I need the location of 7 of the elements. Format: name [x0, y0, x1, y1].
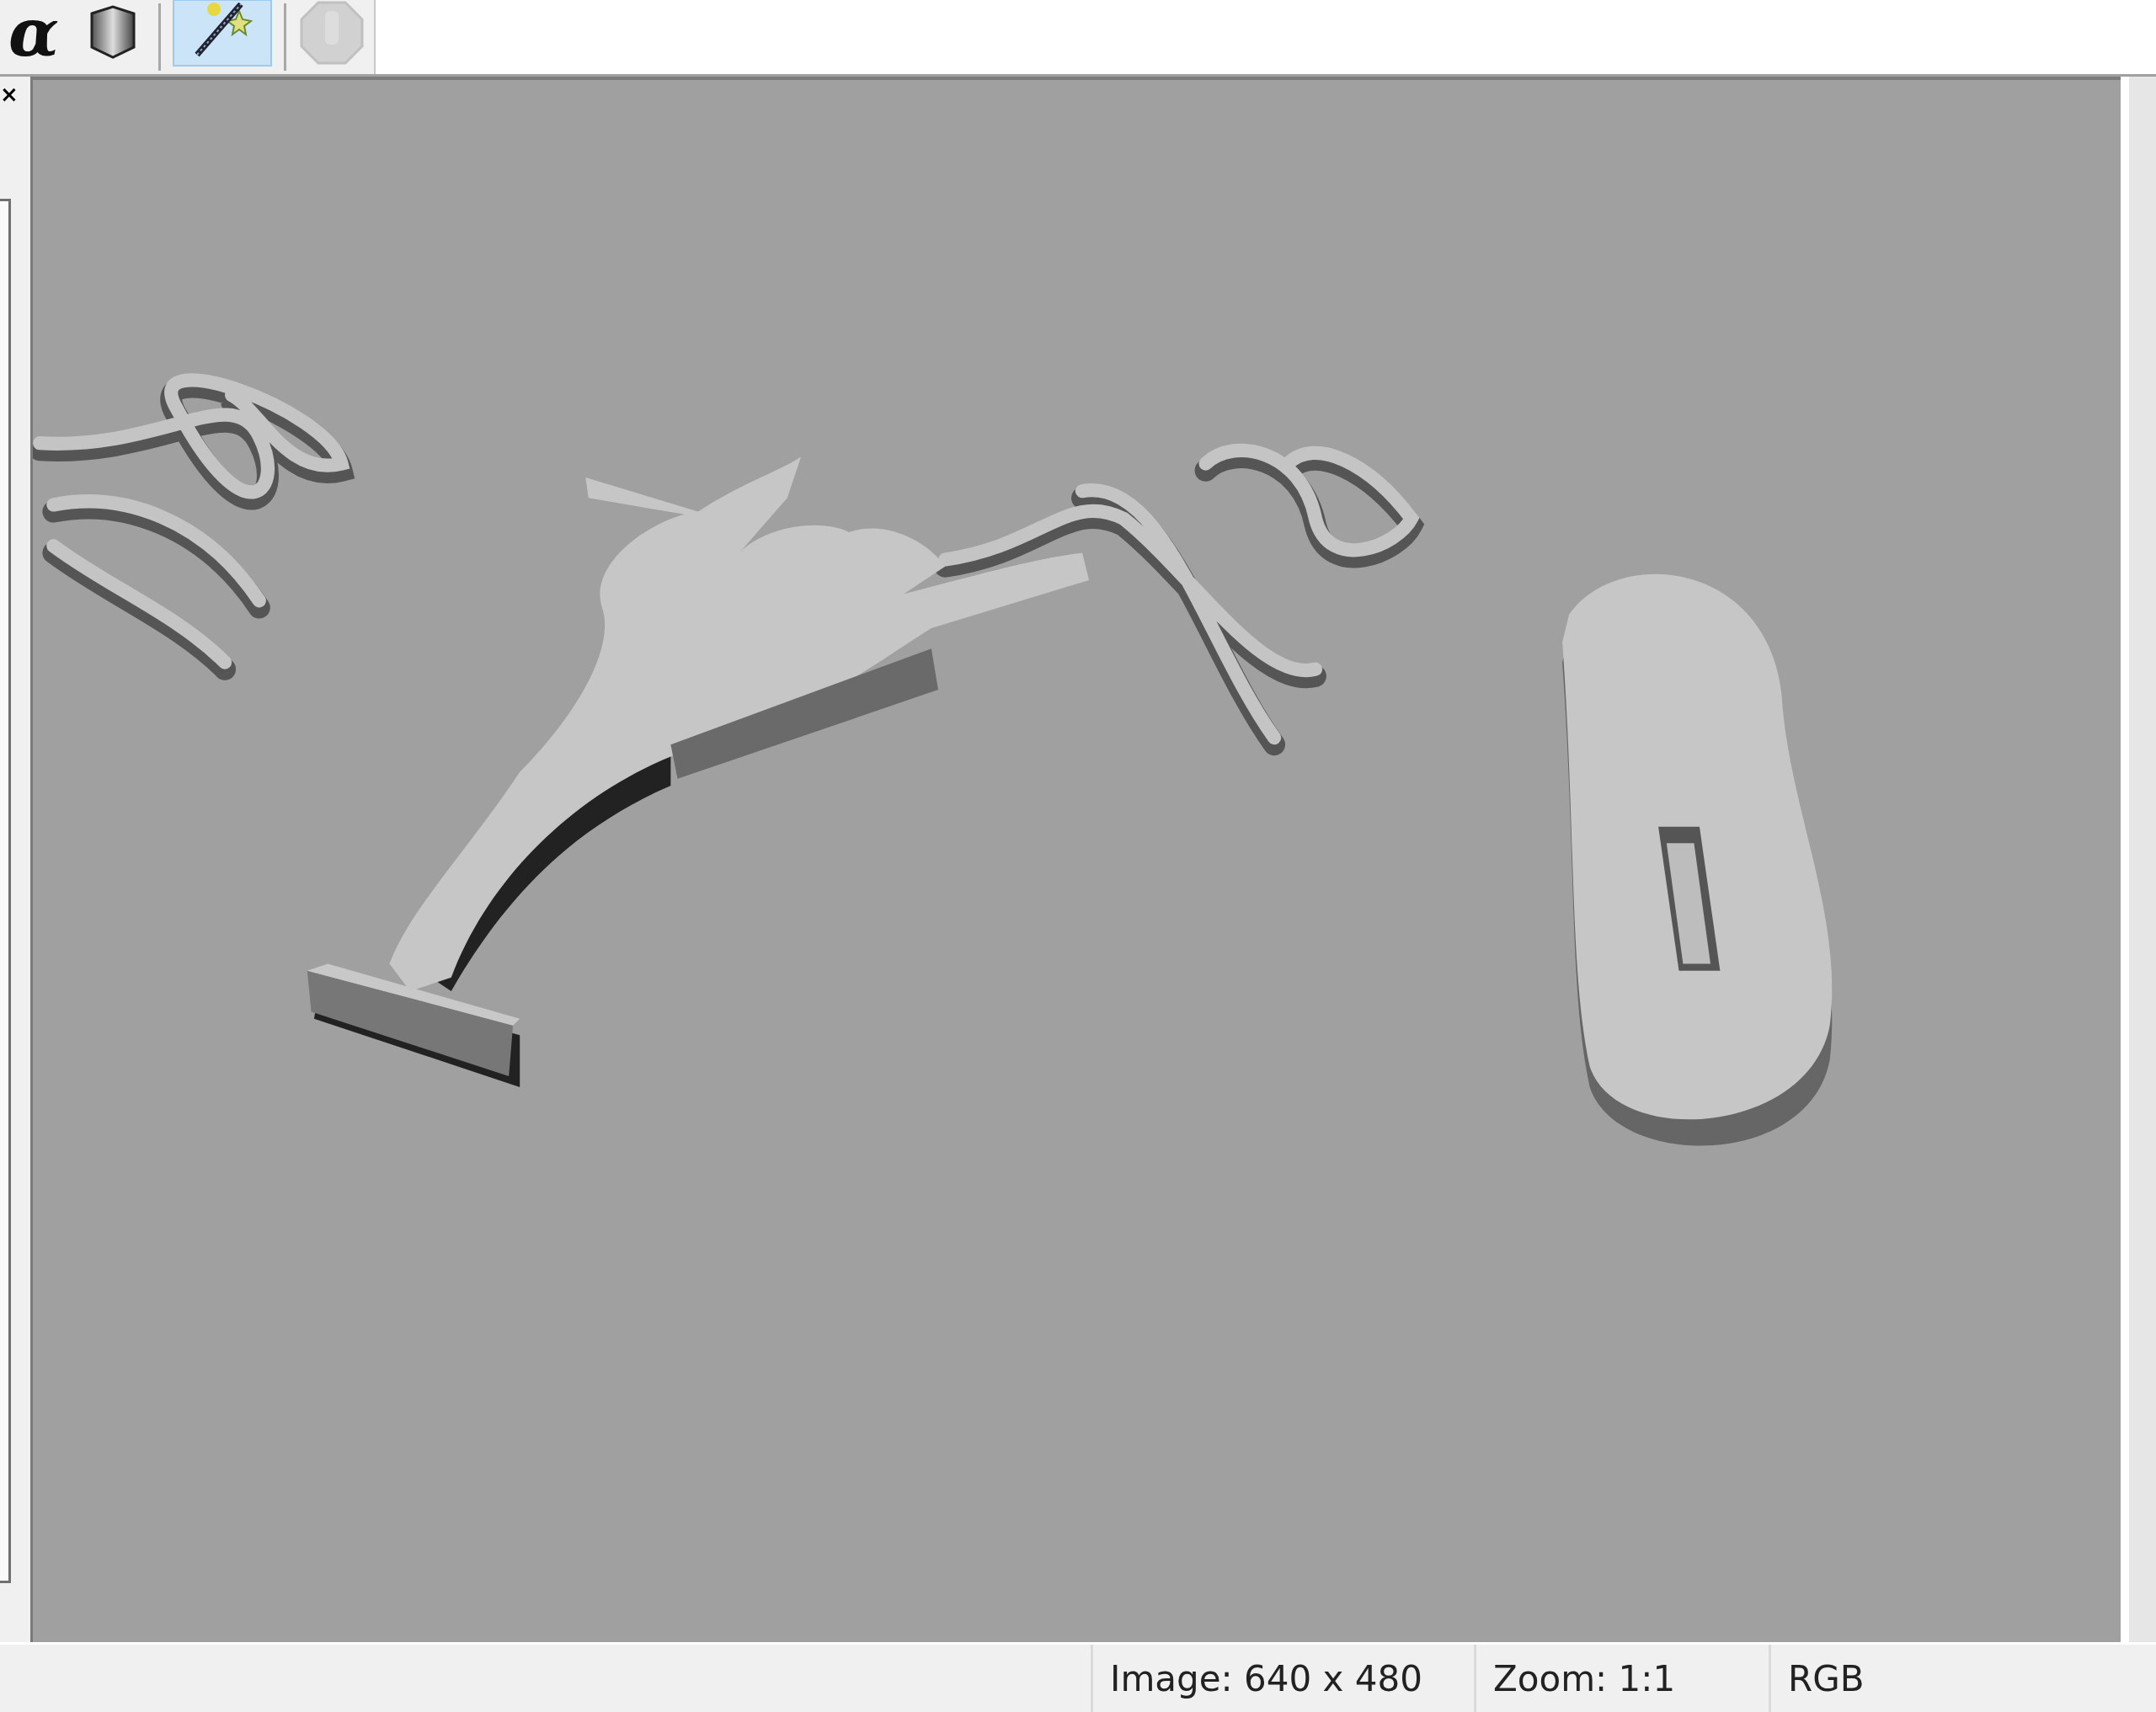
alpha-button[interactable]: α: [0, 0, 67, 67]
close-button[interactable]: ×: [0, 82, 19, 107]
status-text: Image: 640 x 480: [1091, 1645, 1474, 1712]
status-text: Zoom: 1:1: [1474, 1645, 1769, 1712]
status-text: RGB: [1769, 1645, 2156, 1712]
toolbar-button[interactable]: [173, 0, 272, 67]
octagon-icon: [300, 1, 364, 65]
